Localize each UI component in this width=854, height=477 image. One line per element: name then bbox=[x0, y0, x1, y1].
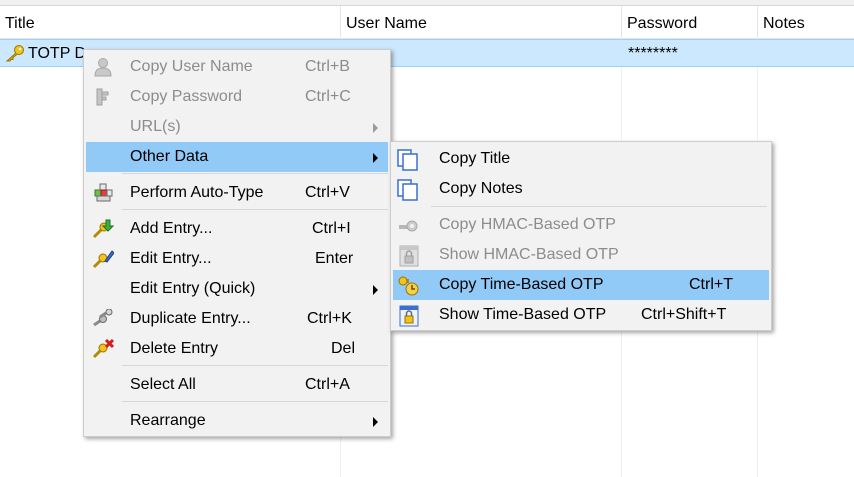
copy-notes-label: Copy Notes bbox=[439, 180, 523, 197]
show-time-otp-item[interactable]: Show Time-Based OTP Ctrl+Shift+T bbox=[393, 300, 769, 330]
urls-label: URL(s) bbox=[130, 118, 181, 135]
entry-title: TOTP D bbox=[28, 45, 87, 62]
key-gear-icon bbox=[397, 215, 419, 235]
column-header-title-label: Title bbox=[5, 15, 35, 32]
edit-key-icon bbox=[92, 249, 115, 269]
duplicate-entry-shortcut: Ctrl+K bbox=[307, 310, 352, 327]
copy-time-otp-item[interactable]: Copy Time-Based OTP Ctrl+T bbox=[393, 270, 769, 300]
column-header-notes-label: Notes bbox=[763, 15, 805, 32]
keyboard-icon bbox=[92, 183, 114, 203]
other-data-item[interactable]: Other Data bbox=[86, 142, 388, 172]
add-entry-shortcut: Ctrl+I bbox=[312, 220, 351, 237]
delete-entry-item[interactable]: Delete Entry Del bbox=[86, 334, 388, 364]
copy-time-otp-shortcut: Ctrl+T bbox=[689, 276, 733, 293]
menu-separator bbox=[122, 365, 388, 366]
column-header-password[interactable]: Password bbox=[622, 6, 758, 38]
column-header-password-label: Password bbox=[627, 15, 698, 32]
perform-auto-type-shortcut: Ctrl+V bbox=[305, 184, 350, 201]
show-time-otp-shortcut: Ctrl+Shift+T bbox=[641, 306, 727, 323]
edit-entry-quick-label: Edit Entry (Quick) bbox=[130, 280, 256, 297]
user-icon bbox=[92, 57, 114, 77]
show-time-otp-label: Show Time-Based OTP bbox=[439, 306, 607, 323]
copy-password-label: Copy Password bbox=[130, 88, 243, 105]
lock-window-icon bbox=[397, 305, 419, 327]
duplicate-entry-item[interactable]: Duplicate Entry... Ctrl+K bbox=[86, 304, 388, 334]
select-all-shortcut: Ctrl+A bbox=[305, 376, 350, 393]
delete-key-icon bbox=[92, 338, 115, 359]
edit-entry-label: Edit Entry... bbox=[130, 250, 212, 267]
copy-hmac-otp-label: Copy HMAC-Based OTP bbox=[439, 216, 616, 233]
menu-separator bbox=[122, 173, 388, 174]
select-all-label: Select All bbox=[130, 376, 196, 393]
rearrange-label: Rearrange bbox=[130, 412, 206, 429]
column-header-notes[interactable]: Notes bbox=[758, 6, 854, 38]
entry-context-menu: Copy User Name Ctrl+B Copy Password Ctrl… bbox=[83, 49, 391, 437]
perform-auto-type-label: Perform Auto-Type bbox=[130, 184, 264, 201]
menu-separator bbox=[431, 206, 767, 207]
copy-title-item[interactable]: Copy Title bbox=[393, 144, 769, 174]
copy-time-otp-label: Copy Time-Based OTP bbox=[439, 276, 604, 293]
copy-user-name-item[interactable]: Copy User Name Ctrl+B bbox=[86, 52, 388, 82]
add-key-icon bbox=[92, 219, 115, 239]
chevron-right-icon bbox=[373, 285, 378, 295]
urls-item[interactable]: URL(s) bbox=[86, 112, 388, 142]
key-icon bbox=[4, 44, 26, 62]
key-clock-icon bbox=[397, 275, 419, 296]
copy-hmac-otp-item[interactable]: Copy HMAC-Based OTP bbox=[393, 210, 769, 240]
delete-entry-shortcut: Del bbox=[331, 340, 356, 357]
show-hmac-otp-label: Show HMAC-Based OTP bbox=[439, 246, 619, 263]
rearrange-item[interactable]: Rearrange bbox=[86, 406, 388, 436]
show-hmac-otp-item[interactable]: Show HMAC-Based OTP bbox=[393, 240, 769, 270]
duplicate-key-icon bbox=[92, 308, 114, 329]
chevron-right-icon bbox=[373, 153, 378, 163]
copy-user-name-label: Copy User Name bbox=[130, 58, 253, 75]
copy-document-icon bbox=[397, 179, 419, 201]
select-all-item[interactable]: Select All Ctrl+A bbox=[86, 370, 388, 400]
copy-user-name-shortcut: Ctrl+B bbox=[305, 58, 350, 75]
delete-entry-label: Delete Entry bbox=[130, 340, 219, 357]
other-data-label: Other Data bbox=[130, 148, 209, 165]
edit-entry-shortcut: Enter bbox=[315, 250, 354, 267]
menu-separator bbox=[122, 401, 388, 402]
edit-entry-item[interactable]: Edit Entry... Enter bbox=[86, 244, 388, 274]
duplicate-entry-label: Duplicate Entry... bbox=[130, 310, 251, 327]
add-entry-item[interactable]: Add Entry... Ctrl+I bbox=[86, 214, 388, 244]
perform-auto-type-item[interactable]: Perform Auto-Type Ctrl+V bbox=[86, 178, 388, 208]
column-header-title[interactable]: Title bbox=[0, 6, 341, 38]
chevron-right-icon bbox=[373, 417, 378, 427]
copy-title-label: Copy Title bbox=[439, 150, 511, 167]
copy-document-icon bbox=[397, 149, 419, 171]
entry-password: ******** bbox=[628, 45, 678, 62]
copy-notes-item[interactable]: Copy Notes bbox=[393, 174, 769, 204]
copy-password-item[interactable]: Copy Password Ctrl+C bbox=[86, 82, 388, 112]
menu-separator bbox=[122, 209, 388, 210]
entry-list-header: Title User Name Password Notes bbox=[0, 6, 854, 39]
add-entry-label: Add Entry... bbox=[130, 220, 213, 237]
other-data-submenu: Copy Title Copy Notes Copy HMAC-Based OT… bbox=[390, 141, 772, 331]
column-header-user-name[interactable]: User Name bbox=[341, 6, 622, 38]
column-header-user-name-label: User Name bbox=[346, 15, 427, 32]
lock-window-icon bbox=[397, 245, 419, 267]
password-key-icon bbox=[92, 87, 114, 107]
chevron-right-icon bbox=[373, 123, 378, 133]
copy-password-shortcut: Ctrl+C bbox=[305, 88, 351, 105]
edit-entry-quick-item[interactable]: Edit Entry (Quick) bbox=[86, 274, 388, 304]
